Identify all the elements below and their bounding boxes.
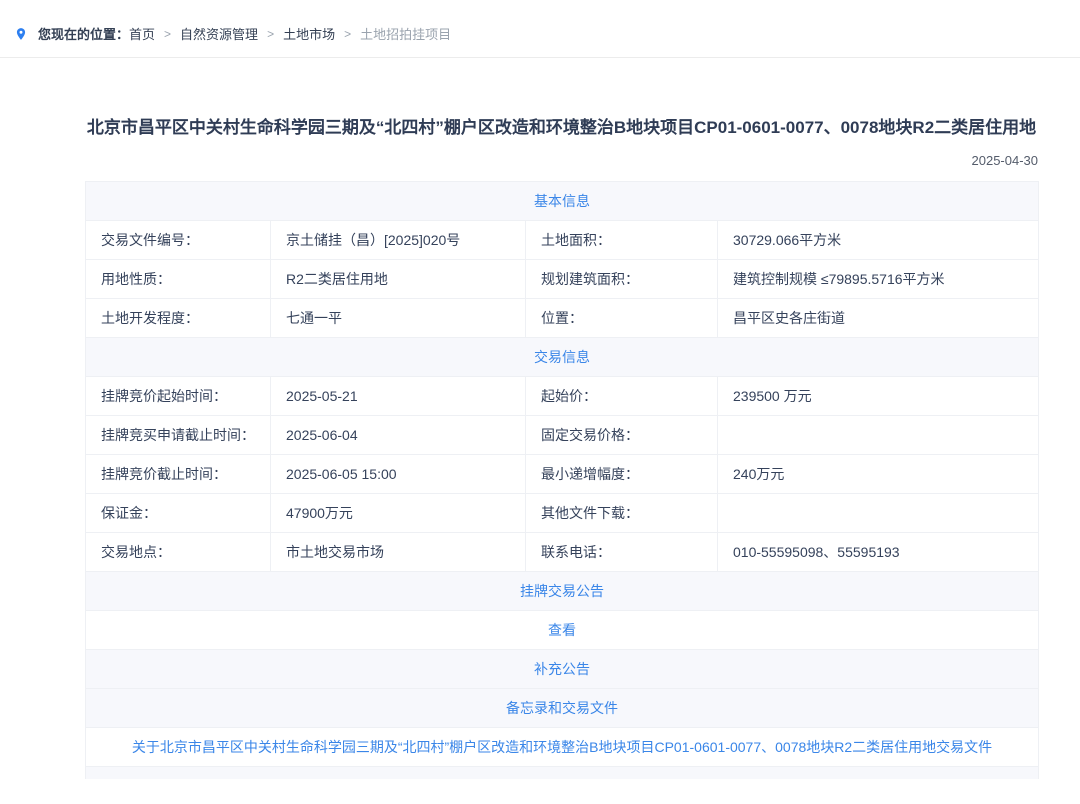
breadcrumb-label: 您现在的位置： (38, 24, 129, 43)
min-increment-value: 240万元 (718, 455, 1039, 494)
breadcrumb-natural-resources[interactable]: 自然资源管理 (180, 24, 258, 43)
bidding-deadline-label: 挂牌竞价截止时间： (86, 455, 271, 494)
breadcrumb-land-market[interactable]: 土地市场 (283, 24, 335, 43)
table-row: 关于北京市昌平区中关村生命科学园三期及“北四村”棚户区改造和环境整治B地块项目C… (86, 728, 1039, 767)
venue-value: 市土地交易市场 (271, 533, 526, 572)
publish-date: 2025-04-30 (85, 153, 1038, 168)
contact-phone-label: 联系电话： (526, 533, 718, 572)
breadcrumb-current-page: 土地招拍挂项目 (360, 24, 451, 43)
doc-number-value: 京土储挂（昌）[2025]020号 (271, 221, 526, 260)
table-row: 补充公告 (86, 650, 1039, 689)
table-row: 备忘录和交易文件 (86, 689, 1039, 728)
land-area-label: 土地面积： (526, 221, 718, 260)
breadcrumb-separator: > (267, 27, 274, 41)
application-deadline-label: 挂牌竞买申请截止时间： (86, 416, 271, 455)
land-detail-table: 基本信息 交易文件编号： 京土储挂（昌）[2025]020号 土地面积： 307… (85, 181, 1039, 779)
transaction-file-link[interactable]: 关于北京市昌平区中关村生命科学园三期及“北四村”棚户区改造和环境整治B地块项目C… (132, 739, 992, 755)
table-row: 交易文件编号： 京土储挂（昌）[2025]020号 土地面积： 30729.06… (86, 221, 1039, 260)
listing-start-time-label: 挂牌竞价起始时间： (86, 377, 271, 416)
location-label: 位置： (526, 299, 718, 338)
main-content: 北京市昌平区中关村生命科学园三期及“北四村”棚户区改造和环境整治B地块项目CP0… (85, 114, 1038, 779)
table-row: 查看 (86, 611, 1039, 650)
table-row: 挂牌竞买申请截止时间： 2025-06-04 固定交易价格： (86, 416, 1039, 455)
location-pin-icon (14, 25, 28, 43)
breadcrumb-home[interactable]: 首页 (129, 24, 155, 43)
location-value: 昌平区史各庄街道 (718, 299, 1039, 338)
table-row: 交易信息 (86, 338, 1039, 377)
section-transaction-info: 交易信息 (86, 338, 1039, 377)
development-degree-value: 七通一平 (271, 299, 526, 338)
section-partial-row (86, 767, 1039, 779)
section-supplementary-announcement: 补充公告 (86, 650, 1039, 689)
planned-floor-area-label: 规划建筑面积： (526, 260, 718, 299)
doc-number-label: 交易文件编号： (86, 221, 271, 260)
land-use-value: R2二类居住用地 (271, 260, 526, 299)
breadcrumb: 您现在的位置： 首页 > 自然资源管理 > 土地市场 > 土地招拍挂项目 (0, 0, 1080, 57)
table-row: 土地开发程度： 七通一平 位置： 昌平区史各庄街道 (86, 299, 1039, 338)
table-row (86, 767, 1039, 779)
venue-label: 交易地点： (86, 533, 271, 572)
breadcrumb-separator: > (344, 27, 351, 41)
table-row: 挂牌交易公告 (86, 572, 1039, 611)
listing-start-time-value: 2025-05-21 (271, 377, 526, 416)
min-increment-label: 最小递增幅度： (526, 455, 718, 494)
table-row: 基本信息 (86, 182, 1039, 221)
starting-price-value: 239500 万元 (718, 377, 1039, 416)
fixed-price-value (718, 416, 1039, 455)
table-row: 挂牌竞价起始时间： 2025-05-21 起始价： 239500 万元 (86, 377, 1039, 416)
breadcrumb-separator: > (164, 27, 171, 41)
table-row: 交易地点： 市土地交易市场 联系电话： 010-55595098、5559519… (86, 533, 1039, 572)
table-row: 挂牌竞价截止时间： 2025-06-05 15:00 最小递增幅度： 240万元 (86, 455, 1039, 494)
header-divider (0, 57, 1080, 58)
section-memo-and-files: 备忘录和交易文件 (86, 689, 1039, 728)
other-files-label: 其他文件下载： (526, 494, 718, 533)
deposit-label: 保证金： (86, 494, 271, 533)
section-listing-announcement: 挂牌交易公告 (86, 572, 1039, 611)
table-row: 用地性质： R2二类居住用地 规划建筑面积： 建筑控制规模 ≤79895.571… (86, 260, 1039, 299)
application-deadline-value: 2025-06-04 (271, 416, 526, 455)
starting-price-label: 起始价： (526, 377, 718, 416)
deposit-value: 47900万元 (271, 494, 526, 533)
section-basic-info: 基本信息 (86, 182, 1039, 221)
land-use-label: 用地性质： (86, 260, 271, 299)
table-row: 保证金： 47900万元 其他文件下载： (86, 494, 1039, 533)
bidding-deadline-value: 2025-06-05 15:00 (271, 455, 526, 494)
page-title: 北京市昌平区中关村生命科学园三期及“北四村”棚户区改造和环境整治B地块项目CP0… (85, 114, 1038, 141)
view-link[interactable]: 查看 (548, 622, 576, 638)
other-files-value (718, 494, 1039, 533)
planned-floor-area-value: 建筑控制规模 ≤79895.5716平方米 (718, 260, 1039, 299)
land-area-value: 30729.066平方米 (718, 221, 1039, 260)
contact-phone-value: 010-55595098、55595193 (718, 533, 1039, 572)
development-degree-label: 土地开发程度： (86, 299, 271, 338)
fixed-price-label: 固定交易价格： (526, 416, 718, 455)
